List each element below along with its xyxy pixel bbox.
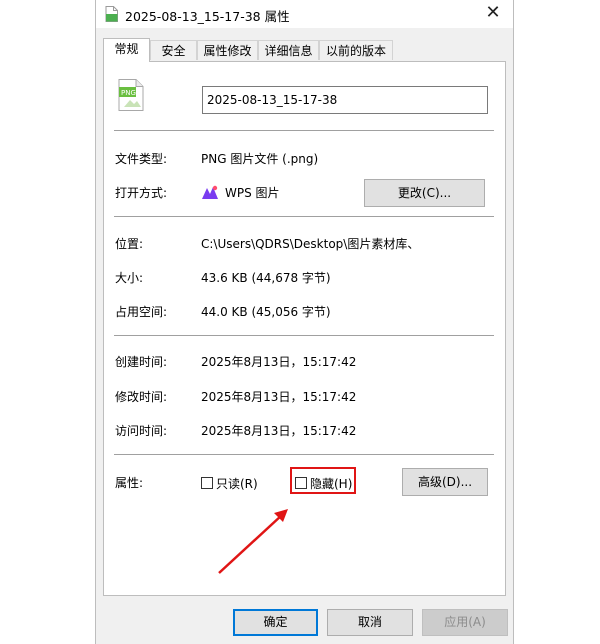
size-value: 43.6 KB (44,678 字节) [201,271,331,285]
file-name-input[interactable] [202,86,488,114]
properties-dialog: 2025-08-13_15-17-38 属性 ✕ 常规 安全 属性修改 详细信息… [95,0,514,644]
location-label: 位置: [115,237,144,251]
file-type-label: 文件类型: [115,152,168,166]
title-bar: 2025-08-13_15-17-38 属性 ✕ [96,0,513,28]
advanced-button[interactable]: 高级(D)... [402,468,488,496]
created-value: 2025年8月13日，15:17:42 [201,355,357,369]
open-with-label: 打开方式: [115,186,168,200]
svg-text:PNG: PNG [121,89,136,97]
disk-size-label: 占用空间: [115,305,168,319]
close-icon[interactable]: ✕ [481,1,505,25]
tab-security[interactable]: 安全 [150,40,197,60]
attributes-label: 属性: [115,476,144,490]
png-file-icon: PNG [118,79,144,111]
divider [114,216,494,217]
red-arrow-annotation [218,509,288,574]
size-label: 大小: [115,271,144,285]
modified-value: 2025年8月13日，15:17:42 [201,390,357,404]
modified-label: 修改时间: [115,390,168,404]
tab-general[interactable]: 常规 [103,38,150,62]
readonly-checkbox[interactable] [201,477,213,489]
open-with-app: WPS 图片 [225,186,280,200]
file-type-value: PNG 图片文件 (.png) [201,152,319,166]
png-file-icon [105,6,118,22]
ok-button[interactable]: 确定 [233,609,318,636]
readonly-label[interactable]: 只读(R) [216,475,258,492]
general-tab-panel: PNG 文件类型: PNG 图片文件 (.png) 打开方式: WPS 图片 更… [103,61,506,596]
tab-details[interactable]: 详细信息 [258,40,319,60]
tab-previous-versions[interactable]: 以前的版本 [319,40,393,60]
change-button[interactable]: 更改(C)... [364,179,485,207]
tab-attribute-modify[interactable]: 属性修改 [197,40,258,60]
window-title: 2025-08-13_15-17-38 属性 [125,9,290,24]
location-value: C:\Users\QDRS\Desktop\图片素材库、 [201,237,420,251]
accessed-label: 访问时间: [115,424,168,438]
hidden-highlight-box [290,467,356,494]
created-label: 创建时间: [115,355,168,369]
divider [114,130,494,131]
disk-size-value: 44.0 KB (45,056 字节) [201,305,331,319]
accessed-value: 2025年8月13日，15:17:42 [201,424,357,438]
cancel-button[interactable]: 取消 [327,609,413,636]
divider [114,335,494,336]
apply-button[interactable]: 应用(A) [422,609,508,636]
divider [114,454,494,455]
wps-picture-icon [202,185,218,199]
